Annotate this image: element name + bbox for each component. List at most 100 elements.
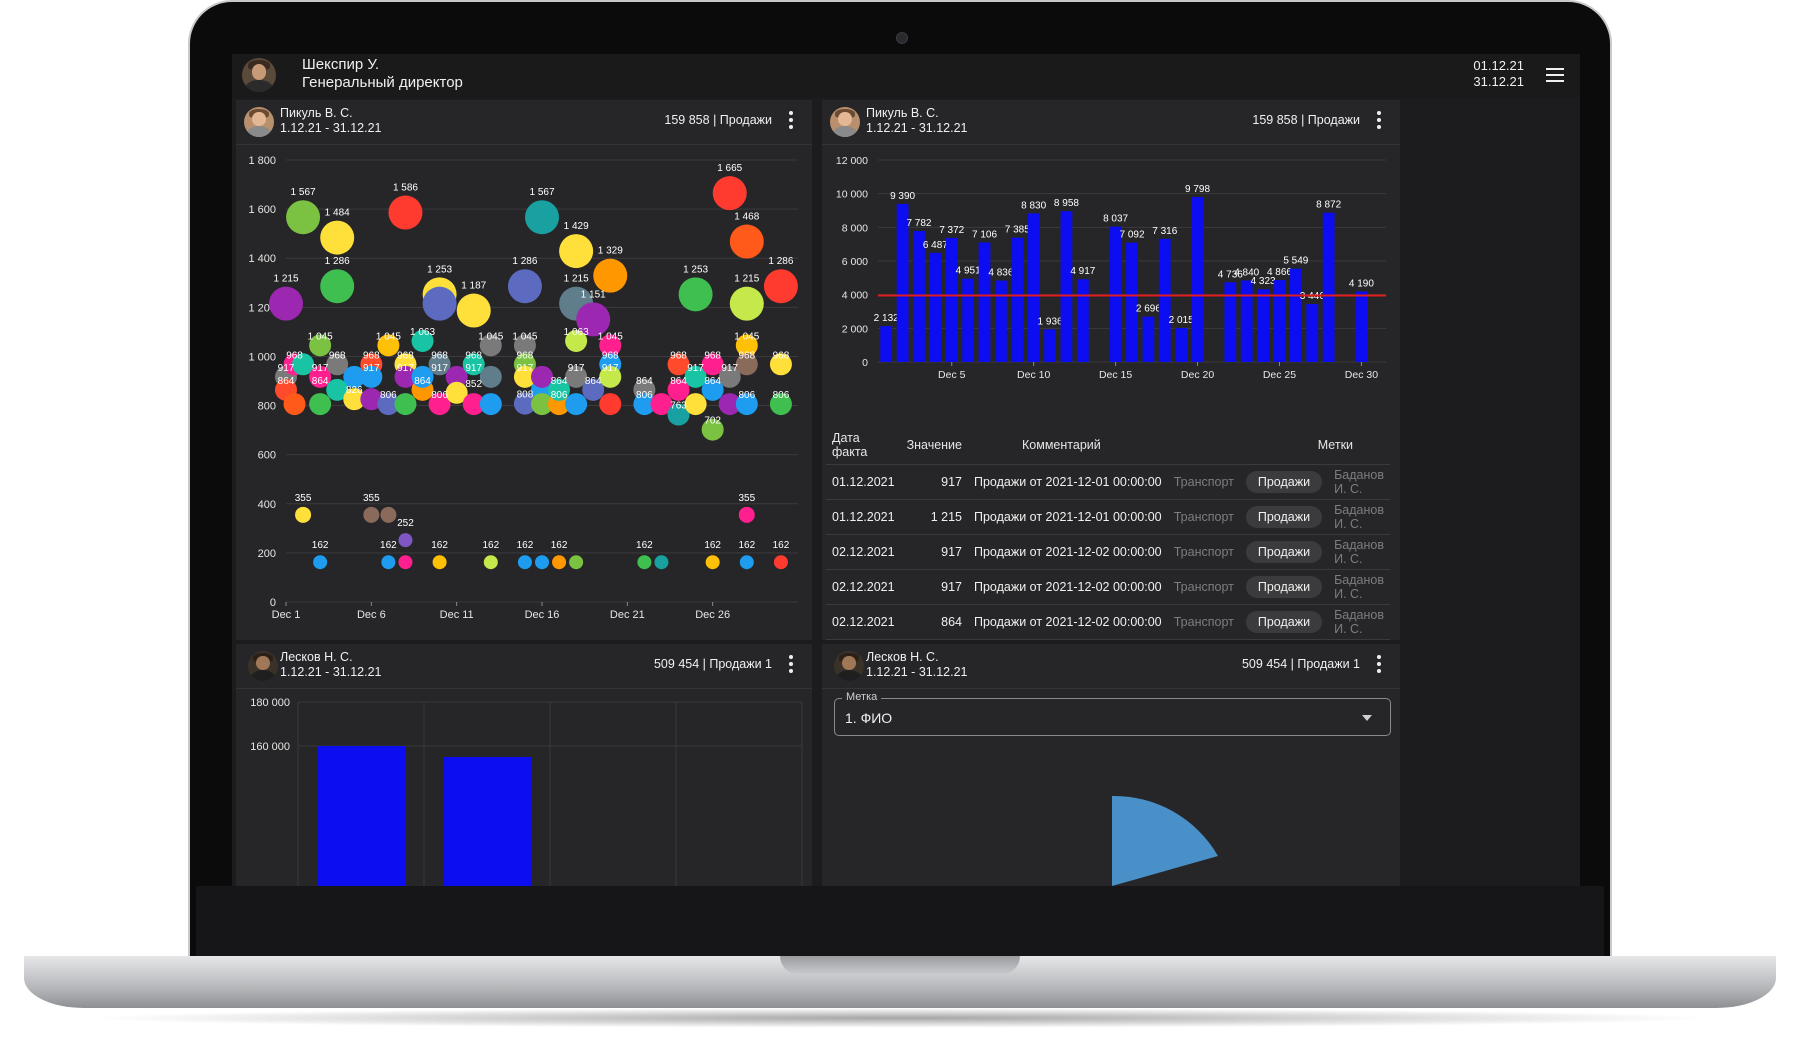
- data-point[interactable]: [363, 506, 380, 523]
- data-point[interactable]: [398, 533, 413, 548]
- bar[interactable]: [1355, 291, 1368, 362]
- col-date[interactable]: Дата факта: [826, 426, 901, 465]
- table-row[interactable]: 02.12.2021917Продажи от 2021-12-02 00:00…: [826, 534, 1390, 570]
- data-point[interactable]: [593, 258, 628, 293]
- data-point[interactable]: [313, 555, 328, 570]
- bar[interactable]: [1109, 226, 1122, 362]
- data-point[interactable]: [729, 224, 764, 259]
- bar[interactable]: [1175, 328, 1188, 362]
- data-point[interactable]: [507, 269, 542, 304]
- bar[interactable]: [1126, 242, 1138, 362]
- bar[interactable]: [1011, 237, 1024, 362]
- data-point[interactable]: [295, 506, 312, 523]
- sales-chip[interactable]: Продажи: [1245, 576, 1323, 598]
- col-comment[interactable]: Комментарий: [968, 426, 1168, 465]
- user-avatar[interactable]: [242, 58, 276, 92]
- data-point[interactable]: [381, 555, 396, 570]
- bar[interactable]: [962, 278, 975, 362]
- data-point[interactable]: [432, 555, 447, 570]
- person-avatar[interactable]: [248, 651, 278, 681]
- date-from[interactable]: 01.12.21: [1473, 58, 1524, 73]
- pie-slice[interactable]: [1112, 795, 1218, 886]
- data-point[interactable]: [552, 555, 567, 570]
- data-point[interactable]: [729, 286, 764, 321]
- bar[interactable]: [1240, 280, 1253, 362]
- data-point[interactable]: [654, 555, 669, 570]
- bar[interactable]: [1076, 279, 1089, 362]
- bar[interactable]: [1306, 303, 1319, 362]
- data-point[interactable]: [283, 393, 306, 416]
- data-point[interactable]: [517, 555, 532, 570]
- hamburger-menu-icon[interactable]: [1546, 68, 1564, 82]
- person-avatar[interactable]: [244, 107, 274, 137]
- bar[interactable]: [1191, 197, 1204, 362]
- bar[interactable]: [1044, 329, 1056, 362]
- bar[interactable]: [1322, 212, 1335, 362]
- more-options-icon[interactable]: [1376, 655, 1382, 675]
- data-point[interactable]: [705, 555, 720, 570]
- person-avatar[interactable]: [830, 107, 860, 137]
- data-point[interactable]: [739, 555, 754, 570]
- col-value[interactable]: Значение: [900, 426, 968, 465]
- bar[interactable]: [1273, 280, 1286, 362]
- bar[interactable]: [880, 326, 893, 362]
- tag-select[interactable]: 1. ФИО: [834, 698, 1391, 736]
- data-point[interactable]: [483, 555, 498, 570]
- more-options-icon[interactable]: [788, 655, 794, 675]
- data-point[interactable]: [286, 200, 321, 235]
- data-point[interactable]: [535, 555, 549, 570]
- data-point[interactable]: [456, 293, 491, 328]
- data-point[interactable]: [678, 277, 713, 312]
- sales-chip[interactable]: Продажи: [1245, 611, 1323, 633]
- bar[interactable]: [929, 252, 942, 362]
- data-label: 2 132: [874, 313, 899, 324]
- data-point[interactable]: [479, 365, 502, 388]
- table-row[interactable]: 02.12.2021 864 Продажи от 2021-12-02 00:00…: [826, 604, 1390, 640]
- data-point[interactable]: [565, 393, 588, 416]
- bar[interactable]: [1158, 238, 1171, 362]
- person-avatar[interactable]: [834, 651, 864, 681]
- data-point[interactable]: [388, 195, 423, 230]
- bar[interactable]: [444, 757, 532, 886]
- bar[interactable]: [1224, 282, 1237, 362]
- sales-chip[interactable]: Продажи: [1245, 541, 1323, 563]
- bar[interactable]: [1027, 213, 1040, 362]
- table-row[interactable]: 01.12.2021 917 Продажи от 2021-12-01 00:00…: [826, 464, 1390, 500]
- data-point[interactable]: [684, 393, 707, 416]
- data-point[interactable]: [773, 555, 788, 570]
- data-point[interactable]: [479, 393, 502, 416]
- sales-chip[interactable]: Продажи: [1245, 471, 1323, 493]
- data-point[interactable]: [320, 220, 355, 255]
- table-row[interactable]: 02.12.2021917Продажи от 2021-12-02 00:00…: [826, 569, 1390, 605]
- sales-chip[interactable]: Продажи: [1245, 506, 1323, 528]
- data-point[interactable]: [637, 555, 652, 570]
- bar[interactable]: [1257, 289, 1269, 362]
- data-point[interactable]: [559, 234, 594, 269]
- bar[interactable]: [1060, 211, 1073, 362]
- bar[interactable]: [995, 280, 1007, 362]
- data-point[interactable]: [569, 555, 584, 570]
- data-point[interactable]: [712, 176, 747, 211]
- data-point[interactable]: [320, 269, 355, 304]
- more-options-icon[interactable]: [1376, 111, 1382, 131]
- data-label: 1 045: [308, 331, 333, 342]
- data-point[interactable]: [738, 506, 755, 523]
- data-point[interactable]: [599, 393, 622, 416]
- date-to[interactable]: 31.12.21: [1473, 74, 1524, 89]
- data-point[interactable]: [398, 555, 413, 570]
- data-point[interactable]: [380, 506, 397, 523]
- more-options-icon[interactable]: [788, 111, 794, 131]
- data-point[interactable]: [763, 269, 798, 304]
- bar[interactable]: [945, 237, 958, 362]
- bar[interactable]: [978, 242, 991, 362]
- data-point[interactable]: [394, 393, 417, 416]
- data-point[interactable]: [269, 286, 303, 321]
- table-row[interactable]: 01.12.2021 1 215 Продажи от 2021-12-01 00:…: [826, 499, 1390, 535]
- data-point[interactable]: [422, 286, 457, 321]
- data-point[interactable]: [309, 393, 332, 416]
- col-tags[interactable]: Метки: [1167, 426, 1390, 465]
- bar[interactable]: [1289, 268, 1302, 362]
- data-point[interactable]: [525, 200, 559, 235]
- bar[interactable]: [1142, 316, 1155, 362]
- bar[interactable]: [318, 746, 406, 886]
